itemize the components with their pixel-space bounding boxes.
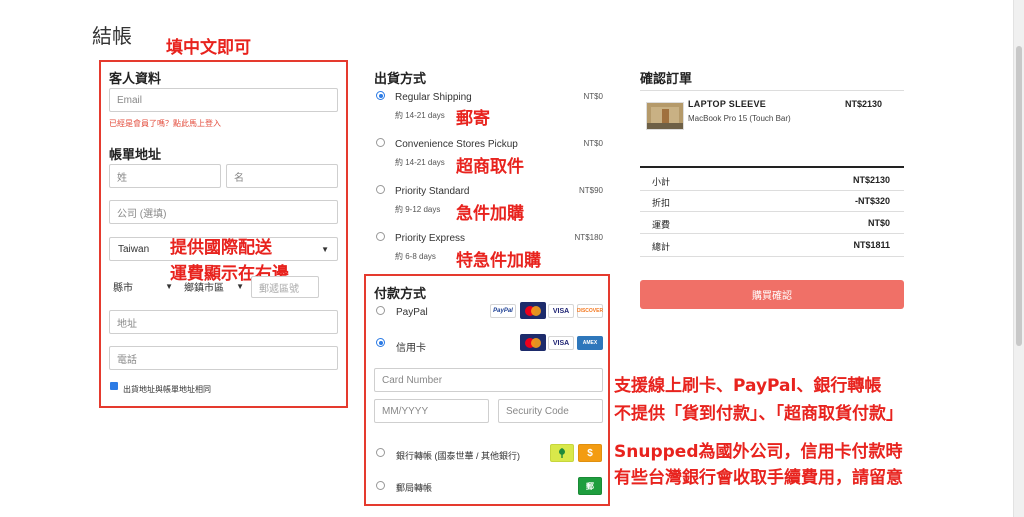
product-variant: MacBook Pro 15 (Touch Bar) [688, 114, 791, 123]
total-row: 總計 NT$1811 [652, 240, 890, 253]
annotation-fee-2: 有些台灣銀行會收取手續費用，請留意 [614, 468, 903, 488]
district-select[interactable]: 鄉鎮市區 ▼ [184, 278, 244, 294]
shipping-title: 出貨方式 [374, 71, 427, 86]
security-code-input[interactable]: Security Code [498, 399, 603, 423]
mastercard-icon [520, 334, 546, 351]
total-label: 總計 [652, 242, 671, 252]
company-input[interactable]: 公司 (選填) [109, 200, 338, 224]
subtotal-row: 小計 NT$2130 [652, 175, 890, 188]
divider [640, 166, 904, 168]
bank-transfer-label: 銀行轉帳 (國泰世華 / 其他銀行) [396, 451, 520, 461]
shipping-option-days: 約 14-21 days [395, 111, 445, 120]
chevron-down-icon: ▼ [165, 281, 173, 291]
paypal-logo-icon: PayPal [490, 304, 516, 318]
shipping-fee-label: 運費 [652, 220, 671, 230]
shipping-radio-store[interactable] [376, 138, 385, 147]
postal-code-input[interactable]: 郵遞區號 [251, 276, 319, 298]
customer-title: 客人資料 [109, 71, 162, 86]
scrollbar-thumb[interactable] [1016, 46, 1022, 346]
login-link[interactable]: 已經是會員了嗎？點此馬上登入 [109, 118, 221, 129]
post-transfer-label: 郵局轉帳 [396, 483, 433, 493]
discount-value: -NT$320 [854, 196, 890, 206]
total-value: NT$1811 [853, 240, 890, 250]
shipping-option-price: NT$90 [578, 186, 603, 195]
payment-radio-paypal[interactable] [376, 306, 385, 315]
same-address-label: 出貨地址與帳單地址相同 [123, 385, 211, 394]
billing-title: 帳單地址 [109, 147, 162, 162]
product-name: LAPTOP SLEEVE [688, 99, 767, 109]
shipping-radio-priority-express[interactable] [376, 232, 385, 241]
phone-input[interactable]: 電話 [109, 346, 338, 370]
page-title: 結帳 [92, 26, 132, 48]
chevron-down-icon: ▼ [236, 281, 244, 291]
shipping-option-days: 約 6-8 days [395, 252, 436, 261]
scrollbar[interactable] [1013, 0, 1024, 517]
product-thumbnail [646, 102, 684, 130]
shipping-radio-regular[interactable] [376, 91, 385, 100]
discover-icon: DISCOVER [577, 304, 603, 318]
divider [640, 256, 904, 257]
shipping-option-price: NT$0 [583, 92, 603, 101]
visa-icon: VISA [548, 304, 574, 318]
dollar-icon: $ [578, 444, 602, 462]
shipping-option-name: Regular Shipping [395, 92, 472, 103]
chevron-down-icon: ▼ [321, 244, 329, 254]
country-select[interactable]: Taiwan ▼ [109, 237, 338, 261]
subtotal-value: NT$2130 [852, 175, 890, 185]
annotation-express: 急件加購 [456, 204, 524, 224]
annotation-chinese: 填中文即可 [166, 38, 251, 58]
shipping-option-name: Priority Standard [395, 186, 470, 197]
confirm-purchase-button[interactable]: 購買確認 [640, 280, 904, 309]
annotation-express-plus: 特急件加購 [456, 251, 541, 271]
post-office-icon: 郵 [578, 477, 602, 495]
divider [640, 190, 904, 191]
discount-row: 折扣 -NT$320 [652, 196, 890, 209]
first-name-input[interactable]: 名 [226, 164, 338, 188]
payment-title: 付款方式 [374, 286, 427, 301]
shipping-option-name: Convenience Stores Pickup [395, 139, 518, 150]
country-value: Taiwan [118, 243, 150, 255]
annotation-post: 郵寄 [456, 109, 490, 129]
shipping-option-name: Priority Express [395, 233, 466, 244]
order-title: 確認訂單 [640, 71, 693, 86]
mastercard-icon [520, 302, 546, 319]
annotation-store: 超商取件 [456, 157, 524, 177]
payment-radio-post[interactable] [376, 481, 385, 490]
shipping-option-days: 約 9-12 days [395, 205, 441, 214]
discount-label: 折扣 [652, 198, 671, 208]
email-input[interactable]: Email [109, 88, 338, 112]
product-price: NT$2130 [844, 99, 882, 109]
checkout-page: 結帳 填中文即可 提供國際配送 運費顯示在右邊 郵寄 超商取件 急件加購 特急件… [0, 0, 1014, 517]
visa-icon: VISA [548, 336, 574, 350]
same-address-checkbox[interactable] [110, 382, 118, 390]
last-name-input[interactable]: 姓 [109, 164, 221, 188]
card-label: 信用卡 [396, 343, 426, 354]
annotation-fee-1: Snupped為國外公司，信用卡付款時 [614, 442, 903, 462]
shipping-fee-value: NT$0 [867, 218, 890, 228]
annotation-payment-2: 不提供「貨到付款」、「超商取貨付款」 [614, 404, 903, 424]
payment-radio-card[interactable] [376, 338, 385, 347]
address-input[interactable]: 地址 [109, 310, 338, 334]
divider [640, 211, 904, 212]
divider [640, 90, 904, 91]
shipping-radio-priority-standard[interactable] [376, 185, 385, 194]
cathay-bank-icon [550, 444, 574, 462]
shipping-option-days: 約 14-21 days [395, 158, 445, 167]
annotation-payment-1: 支援線上刷卡、PayPal、銀行轉帳 [614, 376, 882, 396]
shipping-option-price: NT$180 [574, 233, 603, 242]
shipping-option-price: NT$0 [583, 139, 603, 148]
paypal-label: PayPal [396, 307, 428, 318]
payment-radio-bank[interactable] [376, 448, 385, 457]
shipping-fee-row: 運費 NT$0 [652, 218, 890, 231]
district-value: 鄉鎮市區 [184, 282, 224, 294]
county-value: 縣市 [113, 282, 133, 294]
expiry-input[interactable]: MM/YYYY [374, 399, 489, 423]
county-select[interactable]: 縣市 ▼ [113, 278, 173, 294]
subtotal-label: 小計 [652, 177, 671, 187]
amex-icon: AMEX [577, 336, 603, 350]
card-number-input[interactable]: Card Number [374, 368, 603, 392]
divider [640, 233, 904, 234]
